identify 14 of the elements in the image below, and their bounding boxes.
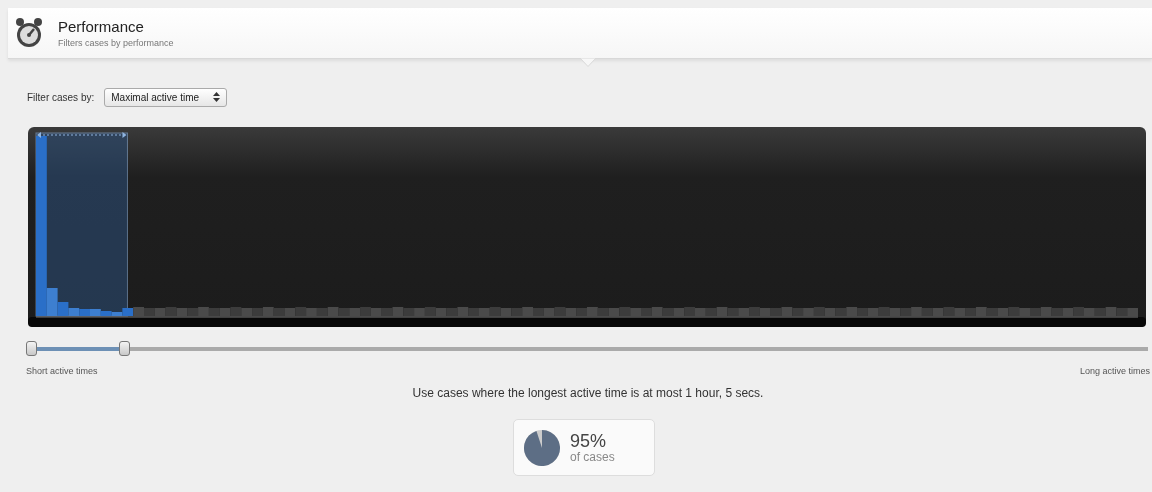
pie-icon [524, 429, 560, 466]
stopwatch-icon [14, 17, 44, 49]
percent-value: 95% [570, 431, 608, 450]
panel-subtitle: Filters cases by performance [58, 38, 174, 48]
slider-handle[interactable] [26, 341, 37, 356]
summary-text: Use cases where the longest active time is at most 1 hour, 5 secs. [412, 386, 764, 400]
panel-title: Performance [58, 18, 145, 35]
filter-label: Filter cases by: [27, 91, 95, 103]
slider-handle[interactable] [118, 341, 130, 356]
updown-caret-icon [213, 92, 221, 102]
filter-dropdown[interactable]: Maximal active time [104, 87, 228, 107]
min-label: Short active times [26, 366, 98, 376]
max-label: Long active times [1079, 366, 1150, 376]
percent-caption: of cases [570, 449, 615, 464]
